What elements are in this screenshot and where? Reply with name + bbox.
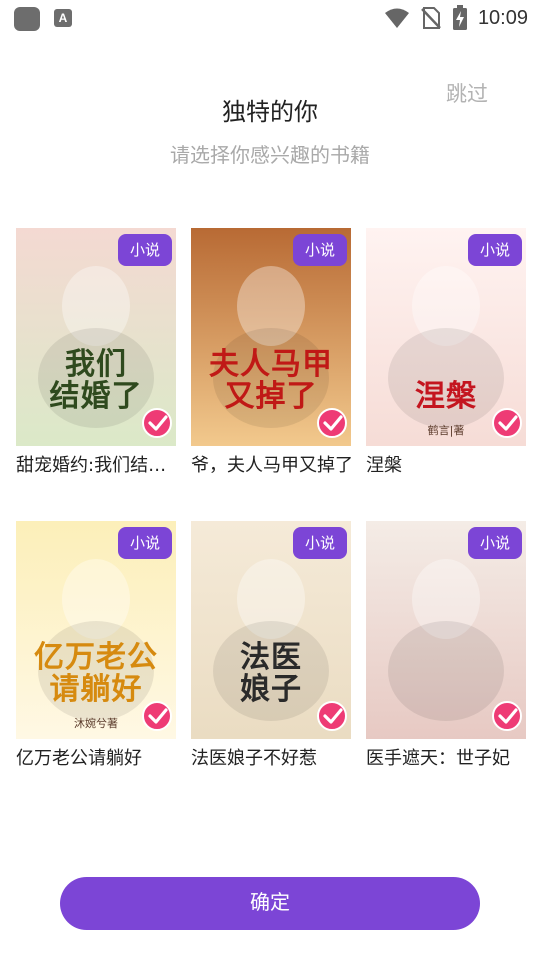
book-title: 亿万老公请躺好	[16, 748, 142, 769]
genre-badge: 小说	[468, 234, 522, 266]
selected-check-icon[interactable]	[492, 408, 522, 438]
book-cover: 我们 结婚了 小说	[16, 228, 176, 446]
book-title: 法医娘子不好惹	[191, 748, 317, 769]
app-square-icon	[14, 7, 40, 31]
cover-title: 我们 结婚了	[49, 347, 143, 414]
book-title: 甜宠婚约:我们结婚了	[16, 455, 181, 476]
status-time: 10:09	[477, 6, 528, 29]
wifi-icon	[384, 8, 409, 28]
status-bar: A 10:09	[0, 0, 540, 36]
cover-title: 亿万老公 请躺好	[34, 640, 158, 707]
cover-title: 夫人马甲 又掉了	[209, 347, 333, 414]
book-card[interactable]: 我们 结婚了 小说 甜宠婚约:我们结婚了	[16, 228, 181, 477]
book-cover: 法医 娘子 小说	[191, 521, 351, 739]
book-card[interactable]: 亿万老公 请躺好 沐婉兮著 小说 亿万老公请躺好	[16, 521, 176, 770]
book-title: 爷，夫人马甲又掉了	[191, 455, 353, 476]
genre-badge: 小说	[118, 234, 172, 266]
book-card[interactable]: 夫人马甲 又掉了 小说 爷，夫人马甲又掉了	[191, 228, 353, 477]
book-cover: 亿万老公 请躺好 沐婉兮著 小说	[16, 521, 176, 739]
book-cover: 夫人马甲 又掉了 小说	[191, 228, 351, 446]
book-cover: 小说	[366, 521, 526, 739]
book-cover: 涅槃 鹤言|著 小说	[366, 228, 526, 446]
genre-badge: 小说	[293, 234, 347, 266]
cover-title: 法医 娘子	[240, 640, 302, 707]
no-sim-icon	[421, 7, 441, 29]
page-title: 独特的你	[222, 98, 318, 126]
book-card[interactable]: 小说 医手遮天：世子妃	[366, 521, 526, 770]
cover-title: 涅槃	[415, 378, 477, 414]
book-title: 涅槃	[366, 455, 402, 476]
selected-check-icon[interactable]	[142, 701, 172, 731]
selected-check-icon[interactable]	[142, 408, 172, 438]
confirm-button[interactable]: 确定	[60, 877, 480, 930]
selected-check-icon[interactable]	[317, 701, 347, 731]
page-subtitle: 请选择你感兴趣的书籍	[170, 143, 370, 167]
battery-charging-icon	[452, 5, 467, 30]
genre-badge: 小说	[468, 527, 522, 559]
book-card[interactable]: 涅槃 鹤言|著 小说 涅槃	[366, 228, 526, 477]
selected-check-icon[interactable]	[492, 701, 522, 731]
a-notification-icon: A	[54, 9, 72, 27]
genre-badge: 小说	[118, 527, 172, 559]
selected-check-icon[interactable]	[317, 408, 347, 438]
book-title: 医手遮天：世子妃	[366, 748, 510, 769]
book-card[interactable]: 法医 娘子 小说 法医娘子不好惹	[191, 521, 351, 770]
genre-badge: 小说	[293, 527, 347, 559]
status-bar-right: 10:09	[384, 5, 528, 31]
